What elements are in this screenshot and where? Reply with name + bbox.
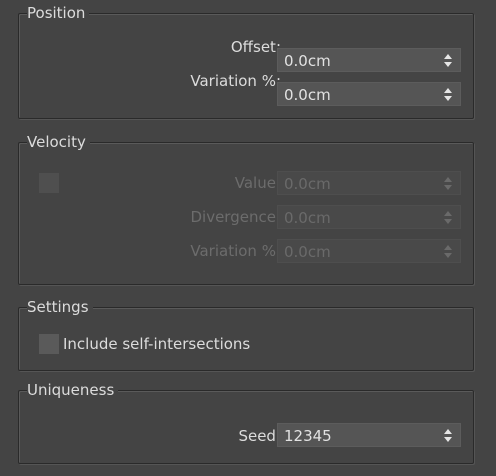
- settings-group: Settings Include self-intersections: [18, 297, 474, 371]
- offset-label: Offset:: [230, 38, 281, 56]
- spinner-arrows-icon[interactable]: [444, 177, 452, 191]
- spinner-up-icon[interactable]: [444, 54, 452, 59]
- spinner-down-icon[interactable]: [444, 253, 452, 258]
- velocity-value-spinner[interactable]: 0.0cm: [277, 171, 461, 195]
- velocity-variation-spinner[interactable]: 0.0cm: [277, 239, 461, 263]
- uniqueness-group-title: Uniqueness: [27, 380, 119, 400]
- panel-frame: Position Offset: 0.0cm Variation %: 0.0c…: [5, 0, 481, 476]
- velocity-group: Velocity Value: 0.0cm Divergence: 0.0cm …: [18, 132, 474, 285]
- offset-value[interactable]: 0.0cm: [284, 52, 331, 70]
- uniqueness-group: Uniqueness Seed: 12345: [18, 380, 474, 464]
- position-group-title: Position: [27, 3, 90, 23]
- position-variation-label: Variation %:: [190, 72, 281, 90]
- velocity-group-title: Velocity: [27, 132, 90, 152]
- divergence-label: Divergence:: [190, 208, 281, 226]
- seed-spinner[interactable]: 12345: [277, 423, 461, 447]
- include-self-intersections-label[interactable]: Include self-intersections: [63, 335, 250, 353]
- settings-group-title: Settings: [27, 297, 93, 317]
- position-group: Position Offset: 0.0cm Variation %: 0.0c…: [18, 3, 474, 119]
- include-self-intersections-checkbox[interactable]: [39, 334, 59, 354]
- seed-value[interactable]: 12345: [284, 427, 332, 445]
- position-variation-value[interactable]: 0.0cm: [284, 86, 331, 104]
- velocity-value-label: Value:: [234, 174, 281, 192]
- spinner-arrows-icon[interactable]: [444, 245, 452, 259]
- spinner-up-icon[interactable]: [444, 429, 452, 434]
- properties-panel: Position Offset: 0.0cm Variation %: 0.0c…: [0, 0, 496, 476]
- velocity-variation-label: Variation %:: [190, 242, 281, 260]
- spinner-down-icon[interactable]: [444, 219, 452, 224]
- spinner-down-icon[interactable]: [444, 437, 452, 442]
- spinner-arrows-icon[interactable]: [444, 54, 452, 68]
- spinner-up-icon[interactable]: [444, 177, 452, 182]
- spinner-arrows-icon[interactable]: [444, 88, 452, 102]
- spinner-down-icon[interactable]: [444, 96, 452, 101]
- divergence-spinner[interactable]: 0.0cm: [277, 205, 461, 229]
- spinner-down-icon[interactable]: [444, 185, 452, 190]
- velocity-enable-checkbox[interactable]: [39, 173, 59, 193]
- spinner-arrows-icon[interactable]: [444, 211, 452, 225]
- spinner-up-icon[interactable]: [444, 211, 452, 216]
- offset-spinner[interactable]: 0.0cm: [277, 48, 461, 72]
- spinner-up-icon[interactable]: [444, 88, 452, 93]
- divergence-value[interactable]: 0.0cm: [284, 209, 331, 227]
- velocity-variation-value[interactable]: 0.0cm: [284, 243, 331, 261]
- position-variation-spinner[interactable]: 0.0cm: [277, 82, 461, 106]
- spinner-up-icon[interactable]: [444, 245, 452, 250]
- spinner-down-icon[interactable]: [444, 62, 452, 67]
- seed-label: Seed:: [238, 427, 281, 445]
- spinner-arrows-icon[interactable]: [444, 429, 452, 443]
- velocity-value-value[interactable]: 0.0cm: [284, 175, 331, 193]
